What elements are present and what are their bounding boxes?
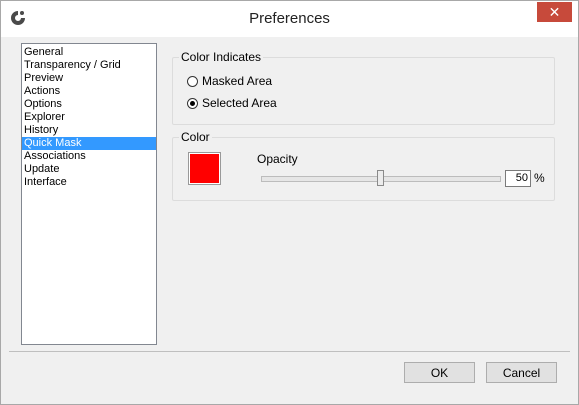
sidebar-item-quick-mask[interactable]: Quick Mask: [22, 137, 156, 150]
sidebar-item-transparency-grid[interactable]: Transparency / Grid: [22, 59, 156, 72]
window-title: Preferences: [249, 10, 330, 27]
ok-button[interactable]: OK: [404, 362, 475, 383]
sidebar-item-preview[interactable]: Preview: [22, 72, 156, 85]
preferences-window: Preferences ✕ General Transparency / Grid…: [0, 0, 579, 405]
radio-label-masked-area: Masked Area: [202, 74, 273, 88]
color-swatch-button[interactable]: [188, 152, 221, 185]
color-group-label: Color: [179, 130, 212, 144]
color-swatch-fill: [190, 154, 219, 183]
preferences-content: General Transparency / Grid Preview Actions…: [9, 37, 570, 351]
opacity-label: Opacity: [257, 152, 298, 166]
category-list[interactable]: General Transparency / Grid Preview Actions…: [21, 43, 157, 345]
sidebar-item-interface[interactable]: Interface: [22, 176, 156, 189]
radio-masked-area[interactable]: Masked Area: [187, 74, 272, 88]
sidebar-item-update[interactable]: Update: [22, 163, 156, 176]
sidebar-item-options[interactable]: Options: [22, 98, 156, 111]
sidebar-item-history[interactable]: History: [22, 124, 156, 137]
radio-button-selected-area[interactable]: [187, 97, 198, 109]
sidebar-item-associations[interactable]: Associations: [22, 150, 156, 163]
sidebar-item-explorer[interactable]: Explorer: [22, 111, 156, 124]
close-button[interactable]: ✕: [537, 2, 572, 22]
radio-label-selected-area: Selected Area: [202, 96, 277, 110]
percent-label: %: [534, 171, 545, 185]
color-group: Color Opacity 50 %: [172, 130, 555, 201]
color-indicates-label: Color Indicates: [179, 50, 264, 64]
sidebar-item-actions[interactable]: Actions: [22, 85, 156, 98]
opacity-slider-thumb[interactable]: [377, 170, 384, 186]
title-bar: Preferences ✕: [1, 1, 578, 37]
color-indicates-group: Color Indicates Masked Area Selected Are…: [172, 50, 555, 125]
sidebar-item-general[interactable]: General: [22, 46, 156, 59]
radio-selected-area[interactable]: Selected Area: [187, 96, 277, 110]
close-icon: ✕: [548, 4, 561, 20]
opacity-input[interactable]: 50: [505, 170, 531, 187]
footer-separator: [9, 351, 570, 352]
opacity-slider[interactable]: [261, 170, 501, 186]
radio-button-masked-area[interactable]: [187, 75, 198, 87]
cancel-button[interactable]: Cancel: [486, 362, 557, 383]
